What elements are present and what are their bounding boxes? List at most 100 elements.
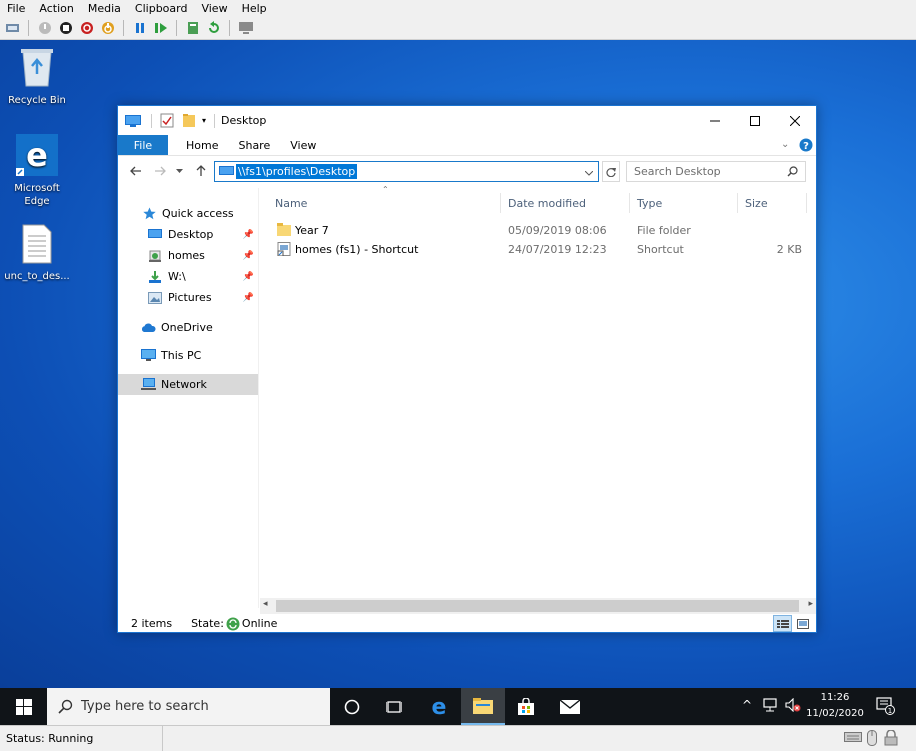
nav-w-drive[interactable]: W:\ 📌 xyxy=(118,266,258,287)
desktop-icon-recycle-bin[interactable]: Recycle Bin xyxy=(2,46,72,107)
close-button[interactable] xyxy=(775,106,815,135)
horizontal-scrollbar[interactable]: ◂ ▸ xyxy=(260,598,816,614)
svg-text:e: e xyxy=(26,136,48,174)
new-folder-icon[interactable] xyxy=(182,113,196,128)
taskbar-clock[interactable]: 11:26 11/02/2020 xyxy=(800,690,870,722)
pictures-icon xyxy=(147,290,163,306)
ribbon-tab-share[interactable]: Share xyxy=(236,135,288,155)
up-arrow-icon xyxy=(196,165,206,176)
taskbar-edge-button[interactable]: e xyxy=(417,688,461,725)
up-button[interactable] xyxy=(189,159,213,183)
details-view-icon xyxy=(776,619,789,628)
back-arrow-icon xyxy=(130,166,141,176)
network-status-icon[interactable] xyxy=(763,698,779,715)
file-date: 24/07/2019 12:23 xyxy=(508,243,607,256)
taskbar-store-button[interactable] xyxy=(504,688,548,725)
vm-menu-clipboard[interactable]: Clipboard xyxy=(128,2,195,15)
task-view-button[interactable] xyxy=(372,688,416,725)
back-button[interactable] xyxy=(124,159,148,183)
file-row[interactable]: Year 7 05/09/2019 08:06 File folder xyxy=(260,221,815,240)
nav-desktop[interactable]: Desktop 📌 xyxy=(118,224,258,245)
desktop-icon-unc-file[interactable]: unc_to_des... xyxy=(2,224,72,283)
save-state-icon[interactable] xyxy=(99,19,116,36)
properties-icon[interactable] xyxy=(160,113,174,128)
file-date: 05/09/2019 08:06 xyxy=(508,224,607,237)
refresh-button[interactable] xyxy=(602,161,620,182)
recent-locations-button[interactable] xyxy=(172,159,186,183)
minimize-button[interactable] xyxy=(695,106,735,135)
file-row[interactable]: homes (fs1) - Shortcut 24/07/2019 12:23 … xyxy=(260,240,815,259)
checkpoint-icon[interactable] xyxy=(184,19,201,36)
shortcut-icon xyxy=(277,242,291,259)
forward-button[interactable] xyxy=(148,159,172,183)
nav-onedrive[interactable]: OneDrive xyxy=(118,317,258,338)
taskbar-search-box[interactable]: Type here to search xyxy=(47,688,330,725)
action-center-icon[interactable]: 1 xyxy=(876,697,896,718)
pin-icon: 📌 xyxy=(242,229,254,240)
ribbon-tab-file[interactable]: File xyxy=(118,135,168,155)
cortana-button[interactable] xyxy=(330,688,374,725)
large-icons-view-button[interactable] xyxy=(795,616,811,631)
file-explorer-window: ▾ Desktop File Home Share View ⌄ ? \\fs1… xyxy=(117,105,817,633)
nav-this-pc[interactable]: This PC xyxy=(118,345,258,366)
vm-menu-help[interactable]: Help xyxy=(235,2,274,15)
column-header-name[interactable]: Name xyxy=(269,193,501,213)
maximize-button[interactable] xyxy=(735,106,775,135)
nav-homes[interactable]: homes 📌 xyxy=(118,245,258,266)
desktop-icon-edge[interactable]: e Microsoft Edge xyxy=(2,134,72,208)
nav-label: Network xyxy=(161,378,207,391)
customize-qat-icon[interactable]: ▾ xyxy=(202,116,206,125)
expand-ribbon-icon[interactable]: ⌄ xyxy=(781,139,789,150)
toolbar-separator xyxy=(28,19,29,36)
nav-quick-access[interactable]: Quick access xyxy=(118,203,258,224)
details-view-button[interactable] xyxy=(773,615,792,632)
scrollbar-thumb[interactable] xyxy=(276,600,799,612)
window-titlebar[interactable]: ▾ Desktop xyxy=(118,106,816,135)
help-icon[interactable]: ? xyxy=(799,138,813,155)
scroll-right-icon[interactable]: ▸ xyxy=(808,599,813,609)
clock-time: 11:26 xyxy=(820,692,850,703)
chevron-down-icon xyxy=(175,168,183,173)
pin-icon: 📌 xyxy=(242,250,254,261)
column-header-size[interactable]: Size xyxy=(739,193,807,213)
ribbon-tab-view[interactable]: View xyxy=(288,135,334,155)
enhanced-session-icon[interactable] xyxy=(237,19,254,36)
nav-pictures[interactable]: Pictures 📌 xyxy=(118,287,258,308)
start-button[interactable] xyxy=(2,688,46,725)
show-hidden-icons-chevron-icon[interactable]: ^ xyxy=(742,698,752,712)
vm-menu-media[interactable]: Media xyxy=(81,2,128,15)
edge-icon: e xyxy=(16,134,58,176)
lock-icon xyxy=(883,729,899,749)
column-header-date[interactable]: Date modified xyxy=(502,193,630,213)
search-icon xyxy=(58,699,73,714)
pause-icon[interactable] xyxy=(131,19,148,36)
vm-menu-action[interactable]: Action xyxy=(32,2,80,15)
navigation-pane: Quick access Desktop 📌 homes 📌 W:\ 📌 Pic… xyxy=(118,188,259,608)
shut-down-icon[interactable] xyxy=(78,19,95,36)
turn-off-icon[interactable] xyxy=(57,19,74,36)
titlebar-separator xyxy=(151,113,152,128)
nav-label: Pictures xyxy=(168,291,212,304)
ribbon-tab-home[interactable]: Home xyxy=(168,135,236,155)
revert-icon[interactable] xyxy=(205,19,222,36)
file-type: File folder xyxy=(637,224,691,237)
vm-status-bar: Status: Running xyxy=(0,725,916,751)
address-bar[interactable]: \\fs1\profiles\Desktop xyxy=(214,161,599,182)
address-text[interactable]: \\fs1\profiles\Desktop xyxy=(236,164,358,179)
resume-icon[interactable] xyxy=(152,19,169,36)
ctrl-alt-del-icon[interactable] xyxy=(4,19,21,36)
scroll-left-icon[interactable]: ◂ xyxy=(263,599,268,609)
address-dropdown-icon[interactable] xyxy=(584,167,594,180)
taskbar-mail-button[interactable] xyxy=(548,688,592,725)
taskbar-file-explorer-button[interactable] xyxy=(461,688,505,725)
vm-menu-file[interactable]: File xyxy=(0,2,32,15)
state-value: Online xyxy=(241,617,278,630)
mouse-icon xyxy=(867,730,877,749)
start-icon[interactable] xyxy=(36,19,53,36)
search-box[interactable]: Search Desktop xyxy=(626,161,806,182)
vm-menu-view[interactable]: View xyxy=(194,2,234,15)
column-header-type[interactable]: Type xyxy=(631,193,738,213)
nav-network[interactable]: Network xyxy=(118,374,258,395)
volume-muted-icon[interactable] xyxy=(785,697,801,715)
vm-toolbar xyxy=(0,16,916,40)
